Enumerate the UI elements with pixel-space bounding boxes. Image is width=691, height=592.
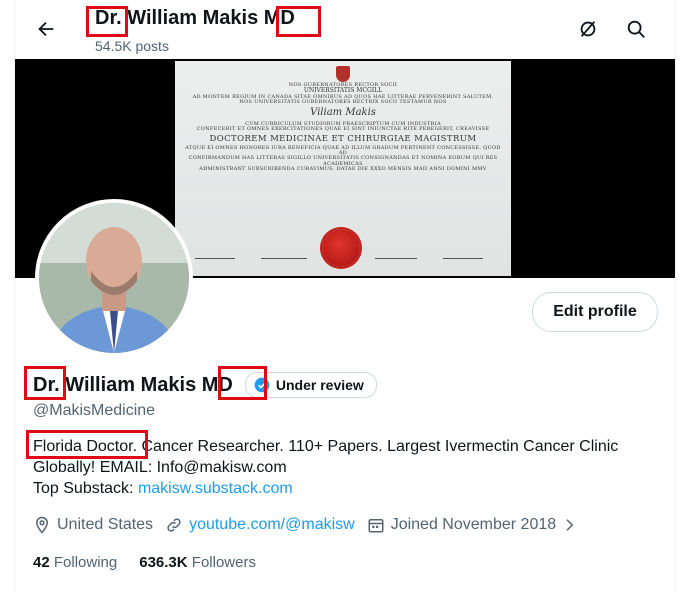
profile-meta: United States youtube.com/@makisw Joined…: [33, 516, 590, 534]
signature: [195, 246, 235, 259]
diploma-line: CONFECERIT ET OMNES EXERCITATIONES QUAE …: [196, 125, 490, 132]
arrow-left-icon: [38, 21, 54, 37]
joined-item[interactable]: Joined November 2018: [367, 516, 578, 534]
following-count: 42: [33, 554, 50, 571]
avatar[interactable]: [35, 199, 193, 357]
profile-bio: Florida Doctor. Cancer Researcher. 110+ …: [33, 436, 673, 499]
notification-off-icon: [580, 21, 596, 37]
calendar-icon: [368, 519, 384, 533]
verification-status-badge[interactable]: Under review: [244, 372, 377, 398]
website-item: youtube.com/@makisw: [165, 516, 355, 534]
checkmark-badge-icon: [254, 377, 270, 393]
search-button[interactable]: [623, 16, 649, 42]
profile-handle: @MakisMedicine: [33, 402, 156, 419]
followers-count: 636.3K: [139, 554, 188, 571]
top-bar: Dr. William Makis MD 54.5K posts: [15, 0, 675, 58]
diploma-line: ADMINISTRANT SUBSCRIBENDA CURAVIMUS. DAT…: [199, 165, 487, 172]
header-display-name: Dr. William Makis MD: [95, 7, 295, 29]
chevron-right-icon: [566, 519, 574, 531]
substack-link[interactable]: makisw.substack.com: [138, 480, 293, 497]
edit-profile-button[interactable]: Edit profile: [532, 292, 658, 332]
signature: [375, 246, 417, 259]
location-text: United States: [57, 516, 154, 533]
link-icon: [167, 518, 181, 532]
avatar-photo: [39, 203, 189, 353]
university-crest-icon: [336, 66, 350, 82]
profile-name-row: Dr. William Makis MD Under review: [33, 370, 377, 400]
notifications-off-button[interactable]: [575, 16, 601, 42]
diploma-image: NOS GUBERNATORES RECTOR SOCII UNIVERSITA…: [175, 61, 511, 276]
diploma-recipient: Viliam Makis: [310, 107, 376, 119]
joined-text: Joined November 2018: [390, 516, 557, 533]
red-seal: [322, 229, 360, 267]
profile-page: Dr. William Makis MD 54.5K posts NOS GUB…: [14, 0, 676, 592]
search-icon: [627, 20, 645, 38]
location-pin-icon: [35, 516, 49, 534]
bio-line: Top Substack: makisw.substack.com: [33, 478, 673, 499]
follow-stats: 42 Following 636.3K Followers: [33, 554, 278, 571]
signature: [261, 246, 307, 259]
website-link[interactable]: youtube.com/@makisw: [189, 516, 355, 534]
following-link[interactable]: 42 Following: [33, 554, 117, 571]
followers-link[interactable]: 636.3K Followers: [139, 554, 256, 571]
bio-line: Globally! EMAIL: Info@makisw.com: [33, 459, 287, 476]
bio-substack-prefix: Top Substack:: [33, 480, 138, 497]
profile-display-name: Dr. William Makis MD: [33, 373, 233, 396]
verification-label: Under review: [275, 377, 364, 393]
location-item: United States: [33, 516, 153, 534]
bio-line: Florida Doctor. Cancer Researcher. 110+ …: [33, 438, 619, 455]
following-label: Following: [53, 554, 118, 571]
signature: [443, 246, 483, 259]
followers-label: Followers: [191, 554, 256, 571]
header-posts-count: 54.5K posts: [95, 38, 169, 54]
diploma-degree: DOCTOREM MEDICINAE ET CHIRURGIAE MAGISTR…: [209, 134, 477, 145]
back-button[interactable]: [33, 16, 59, 42]
diploma-line: NOS UNIVERSITATIS GUBERNATORES RECTRIX S…: [239, 98, 447, 105]
